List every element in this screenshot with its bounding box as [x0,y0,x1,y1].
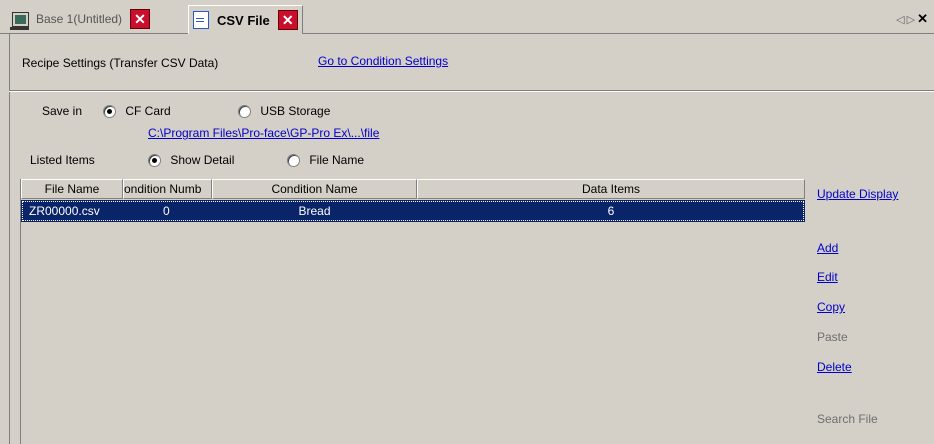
cell-data-items: 6 [607,204,615,218]
cell-condition-name: Bread [298,204,331,218]
column-header-condition-name[interactable]: Condition Name [212,179,417,199]
cell-condition-number: 0 [163,204,170,218]
tab-csv-file[interactable]: CSV File ✕ [188,5,303,34]
tab-base-1[interactable]: Base 1(Untitled) ✕ [10,7,151,31]
save-path-link[interactable]: C:\Program Files\Pro-face\GP-Pro Ex\...\… [148,126,379,140]
save-in-label: Save in [42,104,83,118]
delete-link[interactable]: Delete [817,360,852,374]
panel-border [9,92,10,444]
scroll-right-icon[interactable]: ▷ [907,14,917,26]
radio-file-name[interactable]: File Name [287,153,365,168]
table-row[interactable]: ZR00000.csv 0 Bread 6 [21,200,805,222]
cell-file-name: ZR00000.csv [29,204,100,218]
column-header-data-items[interactable]: Data Items [417,179,805,199]
close-icon[interactable]: ✕ [130,9,151,29]
go-to-condition-settings-link[interactable]: Go to Condition Settings [318,54,448,68]
close-all-icon[interactable]: ✕ [917,11,930,26]
radio-cf-card[interactable]: CF Card [103,104,171,119]
paste-link: Paste [817,330,848,344]
file-name-label: File Name [309,153,365,167]
listed-items-label: Listed Items [30,153,95,167]
usb-storage-label: USB Storage [260,104,331,118]
csv-file-table: File Name ondition Numb Condition Name D… [20,179,805,444]
tab-navigation: ◁▷✕ [896,11,930,27]
copy-link[interactable]: Copy [817,300,845,314]
column-header-file-name[interactable]: File Name [21,179,123,199]
radio-button[interactable] [287,154,300,168]
radio-show-detail[interactable]: Show Detail [148,153,235,168]
tab-bar: Base 1(Untitled) ✕ CSV File ✕ ◁▷✕ [0,0,934,34]
csv-file-icon [193,11,209,29]
add-link[interactable]: Add [817,241,838,255]
radio-button-selected[interactable] [103,105,116,119]
radio-button-selected[interactable] [148,154,161,168]
show-detail-label: Show Detail [170,153,235,167]
edit-link[interactable]: Edit [817,270,838,284]
radio-usb-storage[interactable]: USB Storage [238,104,331,119]
base-screen-icon [10,11,29,30]
column-header-condition-number[interactable]: ondition Numb [123,179,212,199]
recipe-header: Recipe Settings (Transfer CSV Data) Go t… [9,34,934,90]
update-display-link[interactable]: Update Display [817,187,898,201]
page-title: Recipe Settings (Transfer CSV Data) [22,56,219,70]
cf-card-label: CF Card [125,104,171,118]
search-file-link: Search File [817,412,878,426]
close-icon[interactable]: ✕ [277,10,298,30]
table-header: File Name ondition Numb Condition Name D… [21,179,805,199]
header-divider [9,90,934,92]
scroll-left-icon[interactable]: ◁ [896,14,906,26]
radio-button[interactable] [238,105,251,119]
tab-csv-file-label: CSV File [217,12,270,28]
tab-base-1-label: Base 1(Untitled) [36,12,123,26]
